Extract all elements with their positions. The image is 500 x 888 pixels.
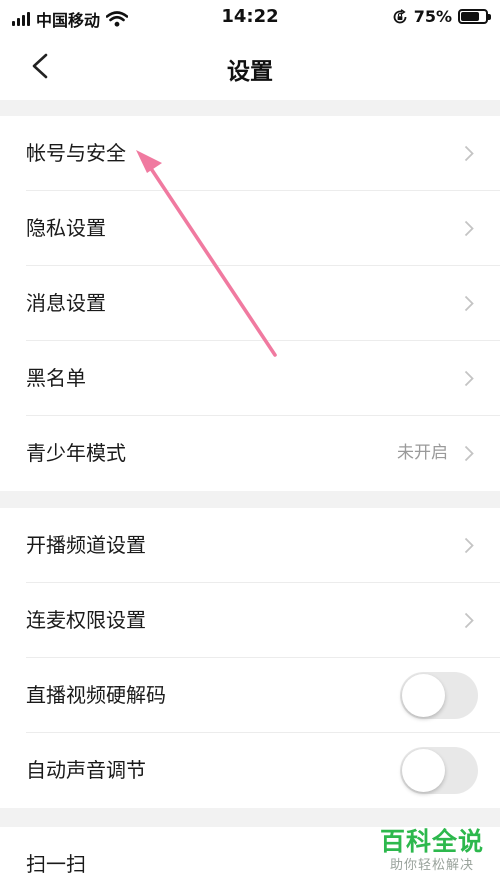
chevron-right-icon <box>464 612 474 629</box>
battery-level <box>461 12 479 21</box>
auto-volume-toggle[interactable] <box>400 747 478 794</box>
settings-row-label: 直播视频硬解码 <box>26 683 166 707</box>
settings-row-label: 青少年模式 <box>26 441 126 465</box>
settings-row-teen-mode[interactable]: 青少年模式 未开启 <box>0 416 500 491</box>
settings-row-label: 开播频道设置 <box>26 533 146 557</box>
page-title: 设置 <box>227 59 273 85</box>
settings-row-messages[interactable]: 消息设置 <box>0 266 500 341</box>
settings-row-auto-volume: 自动声音调节 <box>0 733 500 808</box>
watermark-title: 百科全说 <box>379 827 484 856</box>
settings-group-live: 开播频道设置 连麦权限设置 直播视频硬解码 自动声音调节 <box>0 508 500 808</box>
settings-row-channel[interactable]: 开播频道设置 <box>0 508 500 583</box>
battery-icon <box>458 9 491 24</box>
settings-row-co-host-permission[interactable]: 连麦权限设置 <box>0 583 500 658</box>
settings-row-label: 隐私设置 <box>26 216 106 240</box>
status-bar: 中国移动 14:22 75% <box>0 0 500 34</box>
chevron-right-icon <box>464 537 474 554</box>
status-bar-right: 75% <box>392 7 491 26</box>
chevron-right-icon <box>464 445 474 462</box>
settings-row-label: 帐号与安全 <box>26 141 126 165</box>
settings-row-privacy[interactable]: 隐私设置 <box>0 191 500 266</box>
watermark-subtitle: 助你轻松解决 <box>389 858 474 873</box>
hardware-decode-toggle[interactable] <box>400 672 478 719</box>
settings-row-blacklist[interactable]: 黑名单 <box>0 341 500 416</box>
battery-percentage: 75% <box>413 7 452 26</box>
settings-group-account: 帐号与安全 隐私设置 消息设置 黑名单 青少年模式 未开启 <box>0 116 500 491</box>
settings-row-label: 扫一扫 <box>26 852 86 876</box>
settings-row-hardware-decode: 直播视频硬解码 <box>0 658 500 733</box>
settings-row-label: 黑名单 <box>26 366 86 390</box>
teen-mode-status: 未开启 <box>397 443 448 463</box>
chevron-right-icon <box>464 295 474 312</box>
settings-row-label: 消息设置 <box>26 291 106 315</box>
chevron-right-icon <box>464 145 474 162</box>
chevron-right-icon <box>464 220 474 237</box>
watermark-logo: 百科全说 助你轻松解决 <box>372 826 492 884</box>
chevron-right-icon <box>464 370 474 387</box>
nav-bar: 设置 <box>0 34 500 100</box>
orientation-lock-icon <box>393 8 407 23</box>
settings-row-account-security[interactable]: 帐号与安全 <box>0 116 500 191</box>
settings-row-label: 连麦权限设置 <box>26 608 146 632</box>
settings-row-label: 自动声音调节 <box>26 758 146 782</box>
